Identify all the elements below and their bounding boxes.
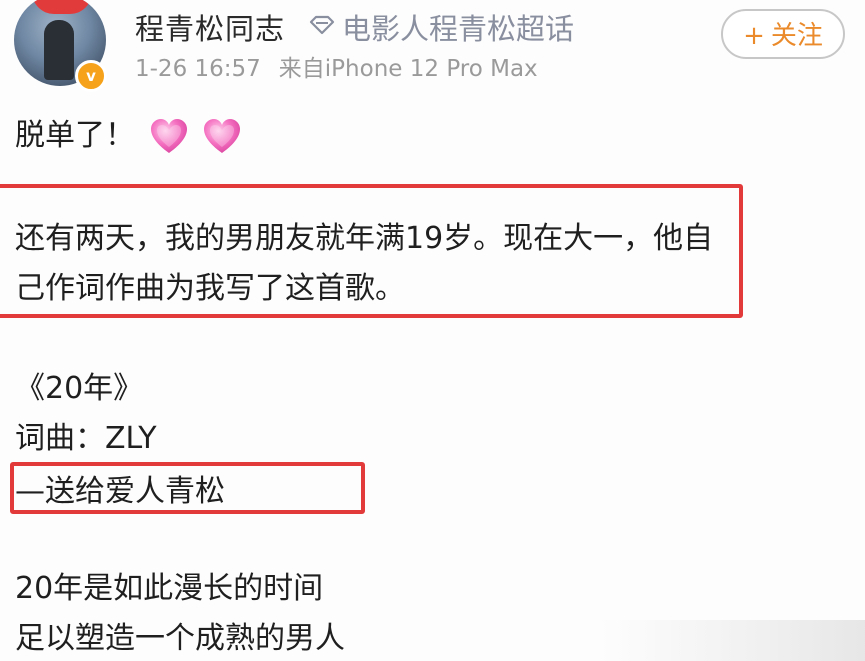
- super-topic-link[interactable]: 电影人程青松超话: [342, 6, 574, 48]
- post-text-line1: 脱单了！: [15, 118, 135, 153]
- pink-heart-icon: [204, 118, 241, 153]
- post-timestamp: 1-26 16:57: [135, 56, 261, 82]
- diamond-link-icon: [309, 15, 335, 35]
- post-text-line2: 还有两天，我的男朋友就年满19岁。现在大一，他自: [15, 221, 714, 256]
- lyric-line-1: 20年是如此漫长的时间: [15, 571, 324, 606]
- song-title: 《20年》: [15, 371, 144, 406]
- song-dedication: —送给爱人青松: [15, 474, 225, 509]
- post-text-line3: 己作词作曲为我写了这首歌。: [15, 271, 405, 306]
- post-meta: 1-26 16:57 来自iPhone 12 Pro Max: [135, 49, 538, 83]
- song-credits: 词曲：ZLY: [15, 421, 157, 456]
- pink-heart-icon: [150, 118, 187, 153]
- follow-button[interactable]: + 关注: [721, 9, 845, 59]
- lyric-line-2: 足以塑造一个成熟的男人: [15, 621, 345, 656]
- follow-label: 关注: [770, 21, 823, 51]
- post-header: v 程青松同志 电影人程青松超话 1-26 16:57 来自iPhone 12 P…: [0, 0, 865, 100]
- avatar-figure: [44, 20, 74, 80]
- post-source: 来自iPhone 12 Pro Max: [278, 56, 538, 82]
- user-name[interactable]: 程青松同志: [135, 6, 285, 48]
- santa-hat-decoration: [32, 0, 92, 14]
- plus-icon: +: [743, 21, 765, 51]
- verified-badge-icon: v: [75, 60, 107, 92]
- watermark-blur: [600, 620, 865, 661]
- post-line-intro: 脱单了！: [15, 110, 242, 157]
